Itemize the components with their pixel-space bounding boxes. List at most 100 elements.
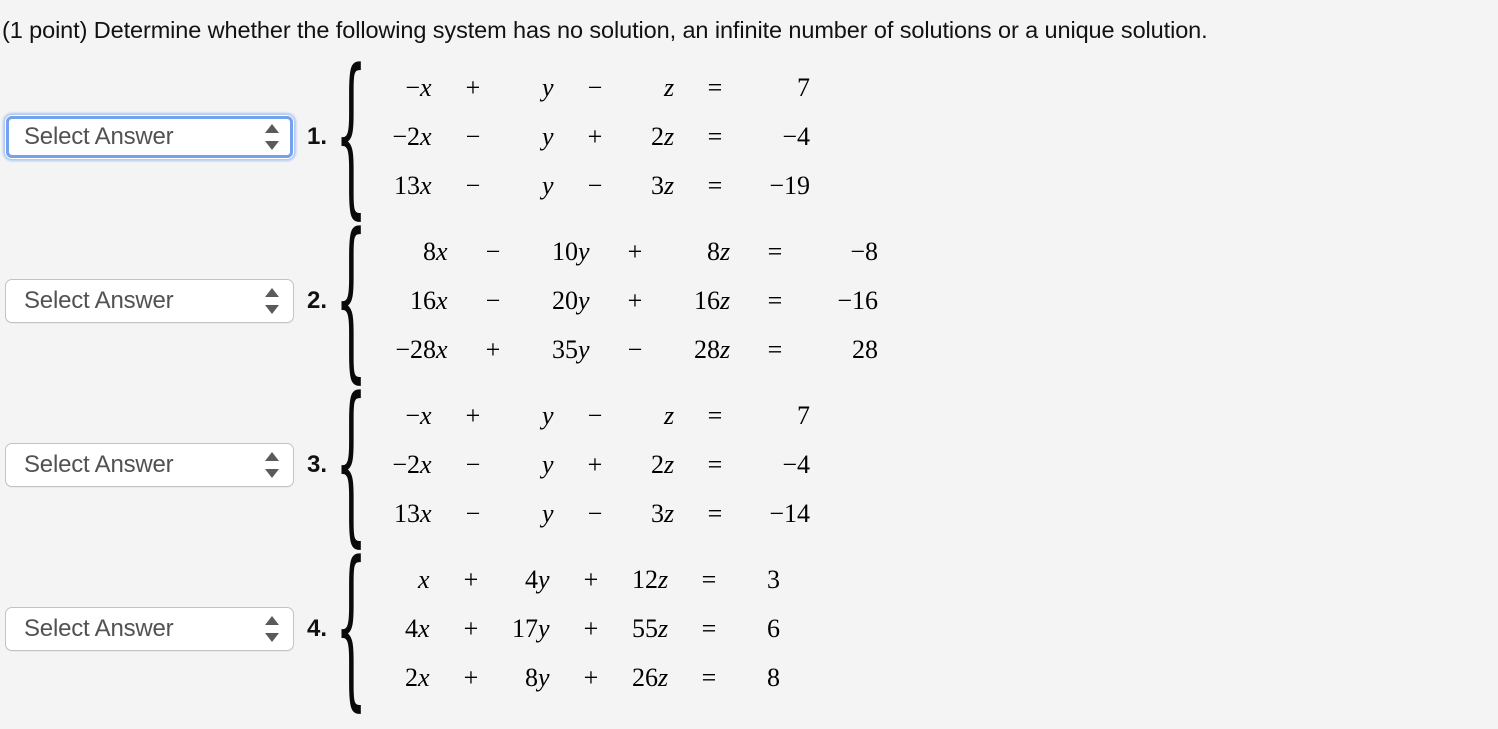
coefficient-y [500, 490, 542, 539]
operator: + [587, 450, 603, 479]
problem-index-2: 2. [307, 287, 328, 314]
operator: + [463, 565, 479, 594]
coefficient-x [378, 556, 418, 605]
equation-row: 8 x − 10 y + 8 z = −8 [378, 228, 878, 277]
answer-select-wrapper-1: Select Answer [0, 115, 300, 159]
operator: − [465, 450, 481, 479]
coefficient-z [622, 392, 664, 441]
coefficient-x: 13 [394, 499, 420, 528]
equals-sign: = [701, 614, 717, 643]
variable-y: y [542, 122, 554, 151]
variable-y: y [542, 450, 554, 479]
right-hand-side: −4 [782, 122, 810, 151]
coefficient-y [500, 162, 542, 211]
page-title: (1 point) Determine whether the followin… [2, 17, 1208, 43]
answer-select-wrapper-4: Select Answer [0, 607, 300, 651]
coefficient-y [500, 64, 542, 113]
coefficient-x: −2 [392, 122, 420, 151]
equation-row: 16 x − 20 y + 16 z = −16 [378, 277, 878, 326]
up-down-stepper-icon[interactable] [265, 124, 279, 150]
answer-select-3[interactable]: Select Answer [5, 443, 294, 487]
operator: − [485, 286, 501, 315]
variable-x: x [420, 401, 432, 430]
variable-z: z [664, 499, 675, 528]
answer-select-4[interactable]: Select Answer [5, 607, 294, 651]
variable-x: x [418, 614, 430, 643]
answer-select-1[interactable]: Select Answer [5, 115, 294, 159]
up-down-stepper-icon[interactable] [265, 616, 279, 642]
answer-select-label-3: Select Answer [24, 451, 174, 478]
up-down-stepper-icon[interactable] [265, 288, 279, 314]
right-hand-side: −14 [769, 499, 810, 528]
variable-z: z [664, 450, 675, 479]
right-hand-side: −16 [837, 286, 878, 315]
equation-row: 13 x − y − 3 z = −19 [378, 162, 810, 211]
equation-system-1: { − x + y − z = 7 −2 x − y + 2 z = −4 13… [335, 36, 810, 238]
equation-row: − x + y − z = 7 [378, 64, 810, 113]
coefficient-y [500, 441, 542, 490]
equals-sign: = [701, 565, 717, 594]
equation-system-3: { − x + y − z = 7 −2 x − y + 2 z = −4 13… [335, 364, 810, 566]
variable-z: z [658, 565, 669, 594]
coefficient-x: −2 [392, 450, 420, 479]
equals-sign: = [707, 122, 723, 151]
variable-x: x [420, 450, 432, 479]
operator: − [465, 499, 481, 528]
operator: + [627, 286, 643, 315]
operator: + [485, 335, 501, 364]
operator: − [587, 171, 603, 200]
equation-table-3: − x + y − z = 7 −2 x − y + 2 z = −4 13 x… [378, 392, 810, 539]
variable-z: z [658, 614, 669, 643]
operator: − [587, 401, 603, 430]
operator: + [627, 237, 643, 266]
equals-sign: = [707, 401, 723, 430]
equation-table-4: x + 4 y + 12 z = 3 4 x + 17 y + 55 z = 6 [378, 556, 780, 703]
variable-y: y [538, 614, 550, 643]
equals-sign: = [767, 286, 783, 315]
coefficient-z: 26 [632, 663, 658, 692]
coefficient-z: 16 [694, 286, 720, 315]
equation-system-4: { x + 4 y + 12 z = 3 4 x + 17 y + 55 z =… [335, 528, 780, 729]
variable-z: z [664, 122, 675, 151]
equals-sign: = [701, 663, 717, 692]
coefficient-z: 3 [651, 499, 664, 528]
right-hand-side: −8 [850, 237, 878, 266]
problem-index-1: 1. [307, 123, 328, 150]
coefficient-z: 28 [694, 335, 720, 364]
coefficient-x: 13 [394, 171, 420, 200]
coefficient-y: 8 [525, 663, 538, 692]
equation-system-2: { 8 x − 10 y + 8 z = −8 16 x − 20 y + 16… [335, 200, 878, 402]
right-hand-side: 7 [797, 401, 810, 430]
coefficient-y: 4 [525, 565, 538, 594]
coefficient-y: 20 [552, 286, 578, 315]
variable-y: y [578, 237, 590, 266]
variable-z: z [664, 401, 675, 430]
right-hand-side: 28 [852, 335, 878, 364]
right-hand-side: 6 [767, 614, 780, 643]
problem-row: Select Answer 2. { 8 x − 10 y + 8 z = −8… [0, 200, 878, 402]
equals-sign: = [767, 237, 783, 266]
coefficient-x: − [405, 73, 420, 102]
up-down-stepper-icon[interactable] [265, 452, 279, 478]
operator: + [583, 663, 599, 692]
coefficient-y: 35 [552, 335, 578, 364]
operator: − [465, 171, 481, 200]
operator: + [583, 565, 599, 594]
equation-row: 4 x + 17 y + 55 z = 6 [378, 605, 780, 654]
problem-index-3: 3. [307, 451, 328, 478]
variable-x: x [420, 73, 432, 102]
equation-row: −2 x − y + 2 z = −4 [378, 441, 810, 490]
right-hand-side: 7 [797, 73, 810, 102]
variable-x: x [436, 286, 448, 315]
variable-y: y [538, 565, 550, 594]
coefficient-x: 2 [405, 663, 418, 692]
operator: − [465, 122, 481, 151]
right-hand-side: −4 [782, 450, 810, 479]
equals-sign: = [767, 335, 783, 364]
problem-row: Select Answer 1. { − x + y − z = 7 −2 x … [0, 36, 810, 238]
right-hand-side: −19 [769, 171, 810, 200]
variable-x: x [418, 565, 430, 594]
answer-select-2[interactable]: Select Answer [5, 279, 294, 323]
coefficient-x: 8 [423, 237, 436, 266]
right-hand-side: 8 [767, 663, 780, 692]
